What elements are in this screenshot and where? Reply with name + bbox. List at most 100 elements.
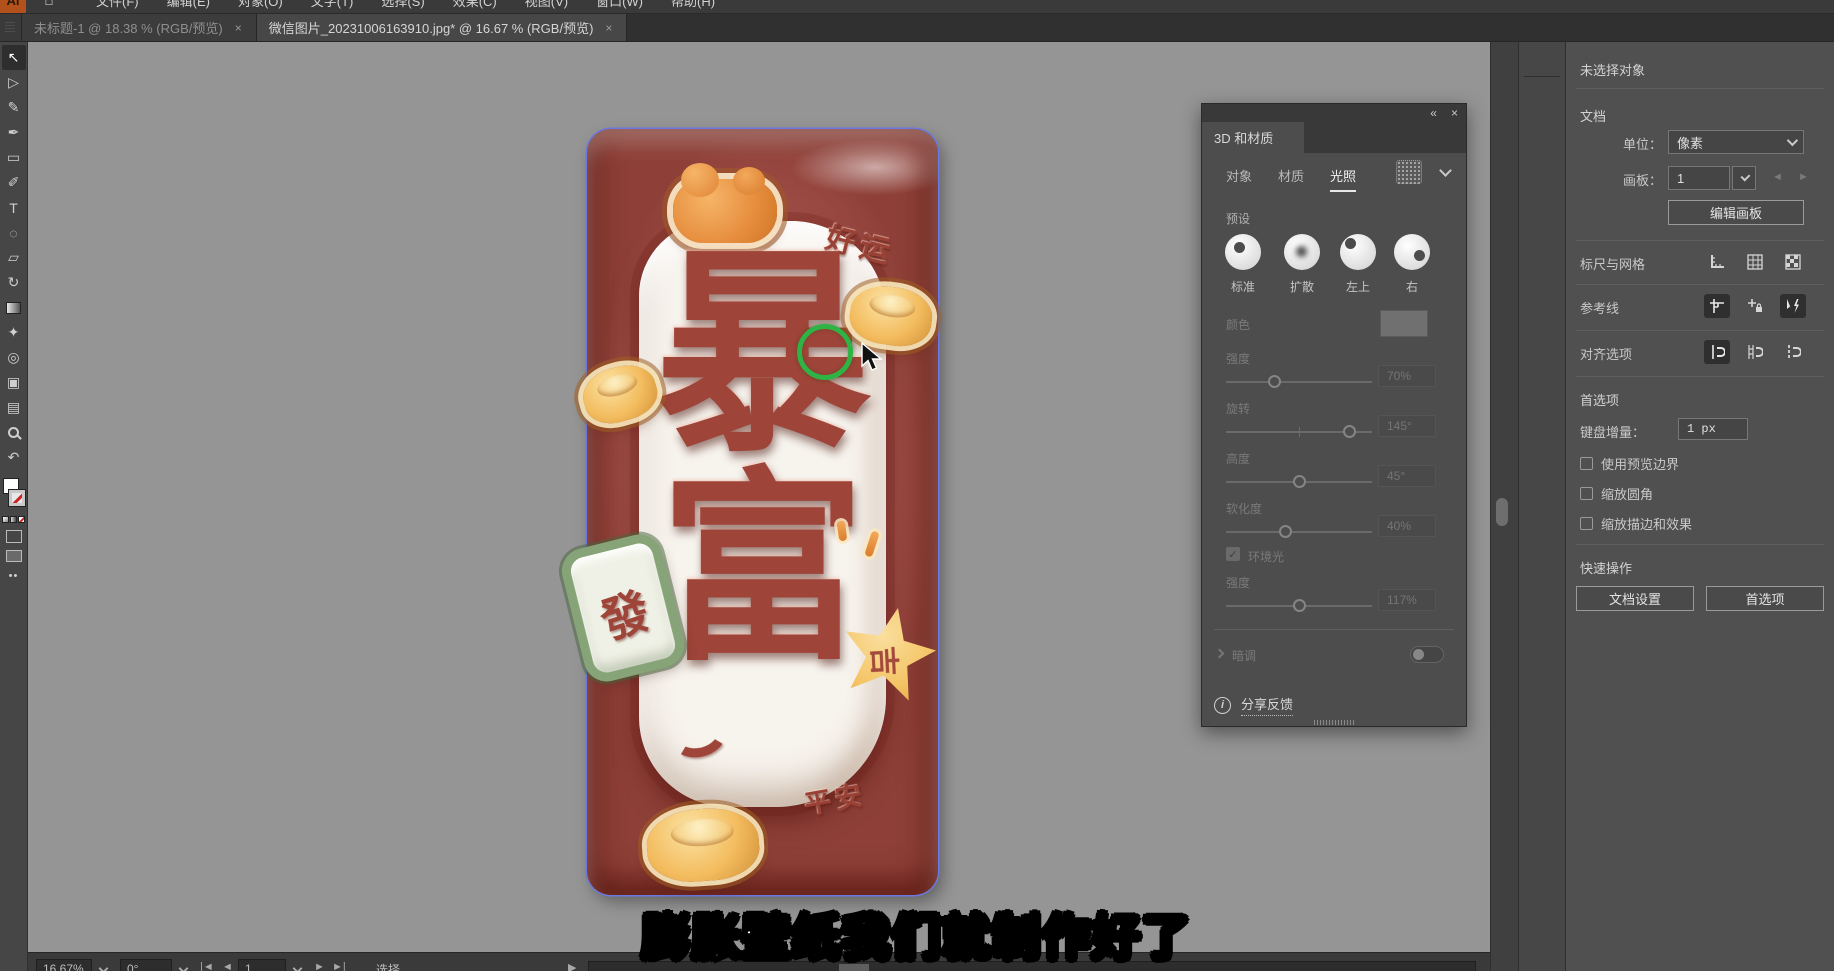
- previous-artboard-icon[interactable]: ◄: [1772, 171, 1783, 183]
- chevron-right-icon[interactable]: [1215, 649, 1225, 659]
- intensity-value[interactable]: 70%: [1378, 365, 1436, 387]
- preset-diffuse[interactable]: [1284, 234, 1320, 270]
- eyedropper-tool[interactable]: ✦: [2, 320, 26, 345]
- selection-tool[interactable]: ↖: [2, 45, 26, 70]
- paintbrush-tool[interactable]: ✐: [2, 170, 26, 195]
- unit-dropdown[interactable]: 像素: [1668, 130, 1804, 154]
- transparency-grid-icon[interactable]: [1780, 250, 1806, 274]
- pen-tool[interactable]: ✒: [2, 120, 26, 145]
- lock-guides-icon[interactable]: [1742, 294, 1768, 318]
- share-feedback-row[interactable]: i 分享反馈: [1214, 694, 1293, 716]
- softness-slider[interactable]: [1226, 526, 1372, 538]
- undo-tool[interactable]: ↶: [2, 445, 26, 470]
- eraser-tool[interactable]: ▱: [2, 245, 26, 270]
- edit-toolbar-button[interactable]: ••: [9, 570, 19, 582]
- use-preview-bounds-row[interactable]: 使用预览边界: [1580, 454, 1679, 473]
- keyboard-increment-input[interactable]: [1678, 418, 1748, 440]
- render-settings-icon[interactable]: [1396, 160, 1422, 184]
- type-tool[interactable]: T: [2, 195, 26, 220]
- height-slider[interactable]: [1226, 476, 1372, 488]
- document-tab-wechat-image[interactable]: 微信图片_20231006163910.jpg* @ 16.67 % (RGB/…: [257, 14, 628, 41]
- snap-to-grid-icon[interactable]: [1742, 340, 1768, 364]
- scale-corners-row[interactable]: 缩放圆角: [1580, 484, 1653, 503]
- panel-tab-3d-materials[interactable]: 3D 和材质: [1202, 122, 1304, 153]
- menu-file[interactable]: 文件(F): [82, 0, 153, 10]
- edit-artboards-button[interactable]: 编辑画板: [1668, 200, 1804, 225]
- scrollbar-thumb[interactable]: [1496, 498, 1508, 526]
- show-guides-icon[interactable]: [1704, 294, 1730, 318]
- close-icon[interactable]: ×: [603, 21, 614, 35]
- ambient-intensity-slider[interactable]: [1226, 600, 1372, 612]
- divider: [1576, 376, 1824, 377]
- smart-guides-icon[interactable]: [1780, 294, 1806, 318]
- shaper-tool[interactable]: ◌: [2, 220, 26, 245]
- grid-icon[interactable]: [1742, 250, 1768, 274]
- ambient-intensity-value[interactable]: 117%: [1378, 589, 1436, 611]
- none-button[interactable]: [18, 516, 25, 523]
- snap-to-pixel-icon[interactable]: [1780, 340, 1806, 364]
- light-color-swatch[interactable]: [1380, 310, 1428, 337]
- cursor-highlight-ring: [797, 324, 853, 380]
- document-tab-untitled[interactable]: 未标题-1 @ 18.38 % (RGB/预览) ×: [22, 14, 257, 41]
- ruler-icon[interactable]: [1704, 250, 1730, 274]
- rotation-value[interactable]: 145°: [1378, 415, 1436, 437]
- menu-object[interactable]: 对象(O): [224, 0, 297, 10]
- screen-mode-button[interactable]: [6, 550, 22, 562]
- menu-select[interactable]: 选择(S): [367, 0, 438, 10]
- tab-object[interactable]: 对象: [1226, 166, 1252, 192]
- menu-edit[interactable]: 编辑(E): [153, 0, 224, 10]
- stroke-swatch-none[interactable]: [9, 490, 25, 506]
- scale-strokes-effects-row[interactable]: 缩放描边和效果: [1580, 514, 1692, 533]
- chevron-down-icon[interactable]: [1439, 164, 1452, 177]
- artboard-tool[interactable]: ▣: [2, 370, 26, 395]
- scale-strokes-effects-checkbox[interactable]: [1580, 517, 1593, 530]
- menu-view[interactable]: 视图(V): [511, 0, 582, 10]
- softness-value[interactable]: 40%: [1378, 515, 1436, 537]
- gradient-tool[interactable]: [2, 295, 26, 320]
- tab-lighting[interactable]: 光照: [1330, 166, 1356, 192]
- artwork-wallpaper[interactable]: 好运 暴 富 發 吉 平安: [587, 129, 938, 895]
- share-feedback-link[interactable]: 分享反馈: [1241, 694, 1293, 716]
- panel-resize-grip[interactable]: [1314, 720, 1354, 725]
- ambient-light-checkbox[interactable]: ✓: [1226, 547, 1240, 561]
- snap-to-point-icon[interactable]: [1704, 340, 1730, 364]
- home-icon[interactable]: ⌂: [34, 0, 64, 9]
- scale-corners-checkbox[interactable]: [1580, 487, 1593, 500]
- close-icon[interactable]: ×: [233, 21, 244, 35]
- shadow-toggle[interactable]: [1410, 646, 1444, 663]
- document-setup-button[interactable]: 文档设置: [1576, 586, 1694, 611]
- toolbar-grip[interactable]: [0, 14, 22, 41]
- page-tool[interactable]: ▤: [2, 395, 26, 420]
- chevron-down-icon: [1787, 135, 1798, 146]
- rotate-view-tool[interactable]: ↻: [2, 270, 26, 295]
- use-preview-bounds-checkbox[interactable]: [1580, 457, 1593, 470]
- direct-selection-tool[interactable]: ▷: [2, 70, 26, 95]
- preset-top-left[interactable]: [1340, 234, 1376, 270]
- blend-tool[interactable]: ◎: [2, 345, 26, 370]
- color-button[interactable]: [2, 516, 9, 523]
- artboard-dropdown-button[interactable]: [1732, 166, 1756, 190]
- gradient-button[interactable]: [10, 516, 17, 523]
- intensity-slider[interactable]: [1226, 376, 1372, 388]
- rectangle-tool[interactable]: ▭: [2, 145, 26, 170]
- draw-mode-button[interactable]: [6, 530, 22, 543]
- zoom-tool[interactable]: [2, 420, 26, 445]
- artboard-number-field[interactable]: 1: [1668, 166, 1730, 190]
- next-artboard-icon[interactable]: ►: [1798, 171, 1809, 183]
- rotation-slider[interactable]: [1226, 426, 1372, 438]
- menu-help[interactable]: 帮助(H): [657, 0, 729, 10]
- curvature-tool[interactable]: ✎: [2, 95, 26, 120]
- preferences-button[interactable]: 首选项: [1706, 586, 1824, 611]
- fill-stroke-swatches[interactable]: [2, 478, 26, 512]
- collapse-panel-icon[interactable]: «: [1430, 106, 1437, 120]
- height-value[interactable]: 45°: [1378, 465, 1436, 487]
- preset-standard[interactable]: [1225, 234, 1261, 270]
- menu-window[interactable]: 窗口(W): [582, 0, 657, 10]
- close-panel-icon[interactable]: ×: [1451, 106, 1458, 120]
- preset-right[interactable]: [1394, 234, 1430, 270]
- menu-effect[interactable]: 效果(C): [439, 0, 511, 10]
- menu-type[interactable]: 文字(T): [297, 0, 368, 10]
- tab-material[interactable]: 材质: [1278, 166, 1304, 192]
- vertical-scrollbar[interactable]: [1490, 42, 1518, 971]
- panel-title-bar[interactable]: « ×: [1202, 104, 1466, 122]
